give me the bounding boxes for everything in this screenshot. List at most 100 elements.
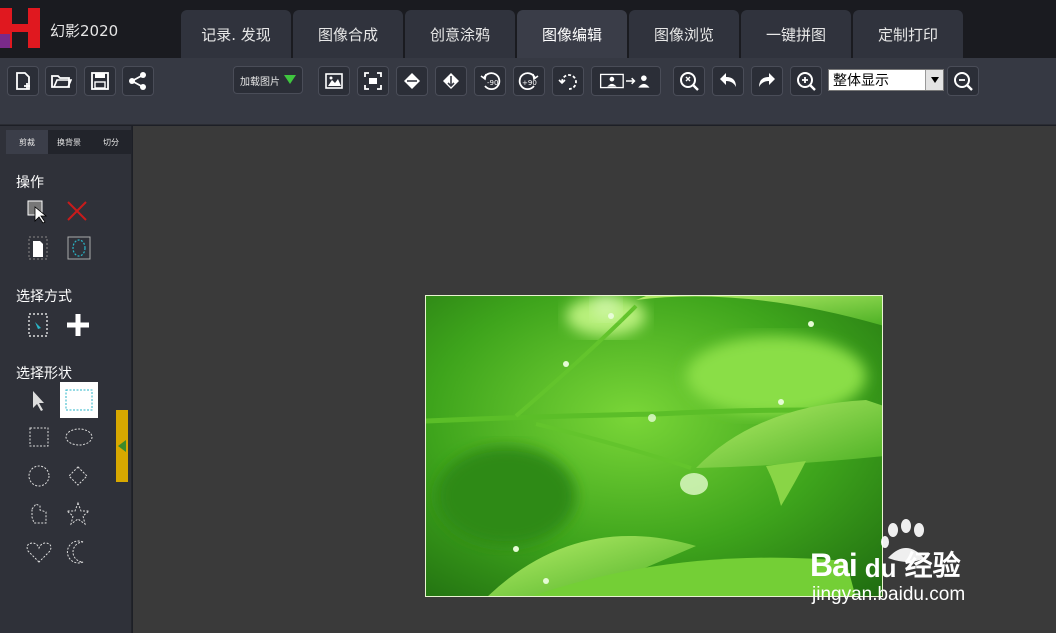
image-crop-icon bbox=[325, 73, 343, 89]
zoom-out-icon bbox=[954, 72, 973, 91]
dotted-square-icon bbox=[29, 427, 49, 447]
svg-text:-90: -90 bbox=[487, 79, 498, 87]
zoom-in-icon bbox=[797, 72, 816, 91]
rotate-free-icon bbox=[558, 74, 577, 90]
tab-change-background[interactable]: 换背景 bbox=[48, 130, 90, 154]
dotted-crescent-icon bbox=[66, 540, 84, 564]
magic-select-button[interactable] bbox=[673, 66, 705, 96]
load-image-button[interactable]: 加载图片 bbox=[233, 66, 303, 94]
shape-freehand-button[interactable] bbox=[24, 499, 54, 529]
redo-button[interactable] bbox=[751, 66, 783, 96]
dotted-rectangle-icon bbox=[65, 389, 93, 411]
new-file-button[interactable] bbox=[7, 66, 39, 96]
rotate-right-90-button[interactable]: +90 bbox=[513, 66, 545, 96]
app-logo bbox=[0, 8, 44, 52]
tab-record-discover[interactable]: 记录. 发现 bbox=[181, 10, 291, 58]
panel-collapse-handle[interactable] bbox=[116, 410, 128, 482]
section-selection-shape-title: 选择形状 bbox=[16, 366, 72, 382]
person-replace-icon bbox=[599, 73, 650, 89]
image-crop-button[interactable] bbox=[318, 66, 350, 96]
selection-mode-replace-button[interactable] bbox=[23, 310, 53, 340]
dotted-circle-icon bbox=[28, 465, 50, 487]
shape-circle-button[interactable] bbox=[24, 461, 54, 491]
dotted-ellipse-icon bbox=[65, 428, 93, 446]
watermark-brand-bai: Bai bbox=[810, 547, 858, 583]
rotate-left-90-button[interactable]: -90 bbox=[474, 66, 506, 96]
selection-mode-add-button[interactable] bbox=[63, 310, 93, 340]
flip-vertical-icon bbox=[443, 73, 459, 89]
dotted-diamond-icon bbox=[68, 466, 88, 486]
shape-pointer-button[interactable] bbox=[23, 385, 53, 415]
person-replace-button[interactable] bbox=[591, 66, 661, 96]
watermark-brand-du: du bbox=[864, 553, 897, 583]
zoom-select[interactable]: 整体显示 bbox=[828, 69, 944, 91]
dotted-heart-icon bbox=[26, 542, 52, 563]
tab-one-click-collage[interactable]: 一键拼图 bbox=[741, 10, 851, 58]
tab-image-browse[interactable]: 图像浏览 bbox=[629, 10, 739, 58]
triangle-left-icon bbox=[118, 440, 126, 452]
save-icon bbox=[91, 72, 109, 90]
left-tool-panel: 剪裁 换背景 切分 操作 选择方式 选择形状 bbox=[0, 126, 132, 633]
dotted-selection-icon bbox=[28, 313, 48, 337]
toolbar: 加载图片 -90 +90 整体显示 bbox=[0, 58, 1056, 125]
shape-rectangle-selected-button[interactable] bbox=[60, 382, 98, 418]
undo-icon bbox=[720, 73, 736, 87]
dotted-freeform-icon bbox=[31, 503, 47, 524]
tab-crop[interactable]: 剪裁 bbox=[6, 130, 48, 154]
open-folder-icon bbox=[51, 75, 72, 88]
flip-horizontal-button[interactable] bbox=[396, 66, 428, 96]
dotted-star-icon bbox=[65, 501, 91, 526]
load-image-label: 加载图片 bbox=[240, 76, 280, 88]
rotate-free-button[interactable] bbox=[552, 66, 584, 96]
ellipse-frame-icon bbox=[67, 236, 91, 260]
flip-vertical-button[interactable] bbox=[435, 66, 467, 96]
fit-screen-button[interactable] bbox=[357, 66, 389, 96]
watermark-brand-jingyan: 经验 bbox=[904, 549, 961, 582]
red-x-icon bbox=[67, 201, 87, 221]
crop-document-button[interactable] bbox=[23, 233, 53, 263]
dropdown-triangle-icon bbox=[284, 75, 296, 84]
chevron-down-icon bbox=[925, 70, 943, 90]
redo-icon bbox=[759, 73, 775, 87]
tab-split[interactable]: 切分 bbox=[90, 130, 132, 154]
tab-image-compose[interactable]: 图像合成 bbox=[293, 10, 403, 58]
zoom-out-button[interactable] bbox=[947, 66, 979, 96]
rotate-right-90-icon: +90 bbox=[518, 72, 539, 91]
zoom-select-value: 整体显示 bbox=[833, 73, 889, 89]
zoom-in-button[interactable] bbox=[790, 66, 822, 96]
section-selection-mode-title: 选择方式 bbox=[16, 289, 72, 305]
share-icon bbox=[129, 72, 146, 90]
title-bar: 幻影2020 记录. 发现 图像合成 创意涂鸦 图像编辑 图像浏览 一键拼图 定… bbox=[0, 0, 1056, 60]
open-folder-button[interactable] bbox=[45, 66, 77, 96]
section-operation-title: 操作 bbox=[16, 175, 44, 191]
watermark-url: jingyan.baidu.com bbox=[812, 584, 966, 605]
svg-text:+90: +90 bbox=[522, 79, 537, 87]
fit-screen-icon bbox=[364, 72, 382, 90]
flip-horizontal-icon bbox=[404, 73, 420, 89]
shape-heart-button[interactable] bbox=[23, 537, 55, 567]
select-tool-button[interactable] bbox=[23, 196, 53, 226]
ellipse-crop-button[interactable] bbox=[64, 233, 94, 263]
new-file-icon bbox=[16, 72, 30, 90]
selection-cursor-icon bbox=[27, 200, 48, 224]
delete-selection-button[interactable] bbox=[62, 196, 92, 226]
shape-ellipse-button[interactable] bbox=[62, 422, 96, 452]
shape-star-button[interactable] bbox=[63, 499, 93, 529]
tab-image-edit[interactable]: 图像编辑 bbox=[517, 10, 627, 58]
plus-icon bbox=[67, 314, 89, 336]
arrow-pointer-icon bbox=[33, 391, 44, 411]
tab-custom-print[interactable]: 定制打印 bbox=[853, 10, 963, 58]
magic-select-icon bbox=[680, 72, 699, 91]
shape-diamond-button[interactable] bbox=[63, 461, 93, 491]
left-panel-tabs: 剪裁 换背景 切分 bbox=[6, 130, 132, 154]
rotate-left-90-icon: -90 bbox=[480, 72, 501, 91]
undo-button[interactable] bbox=[712, 66, 744, 96]
shape-crescent-button[interactable] bbox=[63, 537, 93, 567]
document-crop-icon bbox=[28, 236, 48, 260]
save-button[interactable] bbox=[84, 66, 116, 96]
app-window: 幻影2020 记录. 发现 图像合成 创意涂鸦 图像编辑 图像浏览 一键拼图 定… bbox=[0, 0, 1056, 633]
tab-creative-doodle[interactable]: 创意涂鸦 bbox=[405, 10, 515, 58]
shape-square-button[interactable] bbox=[24, 422, 54, 452]
app-title: 幻影2020 bbox=[50, 22, 119, 40]
share-button[interactable] bbox=[122, 66, 154, 96]
